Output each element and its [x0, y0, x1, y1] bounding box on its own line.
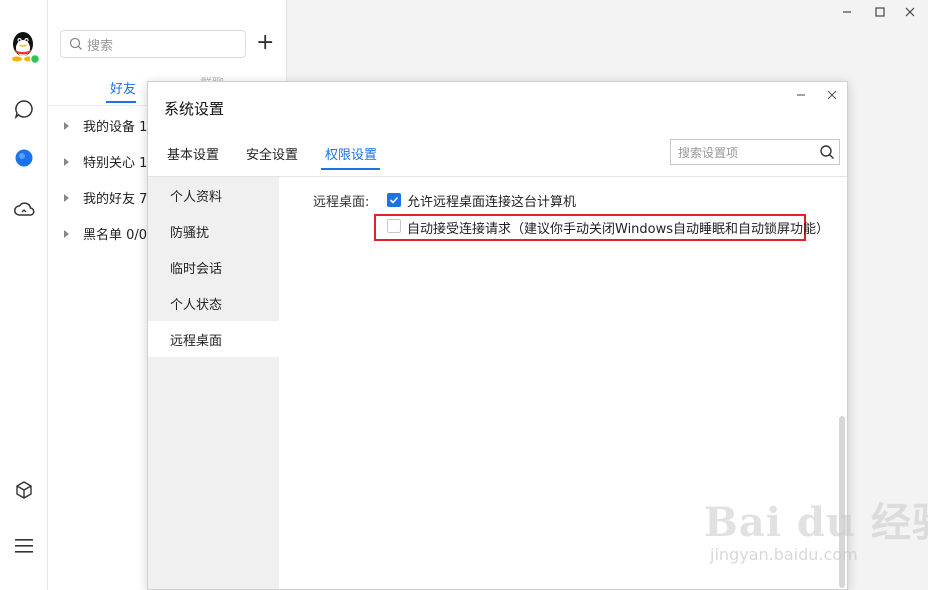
close-window-button[interactable]: [901, 4, 919, 20]
watermark: Bai du 经验 jingyan.baidu.com: [704, 490, 928, 570]
contact-group-row[interactable]: 黑名单 0/0: [64, 224, 147, 243]
contact-group-row[interactable]: 我的好友 70: [64, 188, 156, 207]
checkmark-icon: [389, 196, 399, 204]
active-tab-indicator: [106, 101, 136, 103]
auto-accept-checkbox[interactable]: [387, 219, 401, 233]
expand-arrow-icon: [64, 229, 69, 238]
tab-friends[interactable]: 好友: [110, 78, 136, 97]
menu-icon[interactable]: [13, 535, 35, 557]
maximize-window-button[interactable]: [871, 4, 889, 20]
dialog-minimize-button[interactable]: [792, 86, 810, 104]
sidebar-item-remote-desktop[interactable]: 远程桌面: [148, 321, 279, 357]
settings-search-input[interactable]: 搜索设置项: [670, 139, 840, 165]
dialog-title: 系统设置: [164, 100, 225, 118]
contact-group-label: 我的好友 70: [83, 192, 156, 207]
close-icon: [905, 7, 915, 17]
minimize-window-button[interactable]: [838, 4, 856, 20]
active-tab-indicator: [321, 168, 380, 170]
contact-group-label: 特别关心 1/: [83, 156, 152, 171]
dialog-close-button[interactable]: [823, 86, 841, 104]
maximize-icon: [875, 7, 885, 17]
search-input[interactable]: 搜索: [60, 30, 246, 58]
settings-search-placeholder: 搜索设置项: [678, 145, 739, 160]
expand-arrow-icon: [64, 121, 69, 130]
search-placeholder: 搜索: [87, 38, 114, 54]
allow-remote-desktop-checkbox[interactable]: [387, 193, 401, 207]
qq-avatar-icon[interactable]: [8, 30, 41, 65]
expand-arrow-icon: [64, 157, 69, 166]
remote-desktop-label: 远程桌面:: [313, 195, 370, 210]
nav-rail: [0, 0, 48, 590]
cloud-icon[interactable]: [13, 198, 35, 220]
watermark-url: jingyan.baidu.com: [710, 545, 858, 564]
contact-group-row[interactable]: 特别关心 1/: [64, 152, 152, 171]
settings-sidebar: 个人资料 防骚扰 临时会话 个人状态 远程桌面: [148, 177, 279, 589]
expand-arrow-icon: [64, 193, 69, 202]
tab-security-settings[interactable]: 安全设置: [246, 144, 298, 163]
sidebar-item-personal-status[interactable]: 个人状态: [148, 285, 279, 321]
sidebar-item-anti-harassment[interactable]: 防骚扰: [148, 213, 279, 249]
allow-remote-desktop-label[interactable]: 允许远程桌面连接这台计算机: [407, 191, 576, 210]
sidebar-item-profile[interactable]: 个人资料: [148, 177, 279, 213]
contact-group-row[interactable]: 我的设备 1/: [64, 116, 152, 135]
tab-permission-settings[interactable]: 权限设置: [325, 144, 377, 163]
contacts-icon[interactable]: [13, 147, 35, 169]
contact-group-label: 黑名单 0/0: [83, 228, 148, 243]
watermark-brand: Bai du 经验: [704, 499, 928, 546]
sidebar-item-temp-session[interactable]: 临时会话: [148, 249, 279, 285]
message-icon[interactable]: [13, 98, 35, 120]
close-icon: [827, 90, 837, 100]
app-box-icon[interactable]: [13, 479, 35, 501]
search-icon: [69, 37, 82, 50]
minimize-icon: [843, 11, 851, 13]
search-icon: [820, 145, 834, 159]
add-button[interactable]: +: [256, 32, 274, 54]
auto-accept-label[interactable]: 自动接受连接请求（建议你手动关闭Windows自动睡眠和自动锁屏功能）: [407, 218, 829, 237]
contact-group-label: 我的设备 1/: [83, 120, 152, 135]
minimize-icon: [797, 94, 805, 96]
tab-basic-settings[interactable]: 基本设置: [167, 144, 219, 163]
